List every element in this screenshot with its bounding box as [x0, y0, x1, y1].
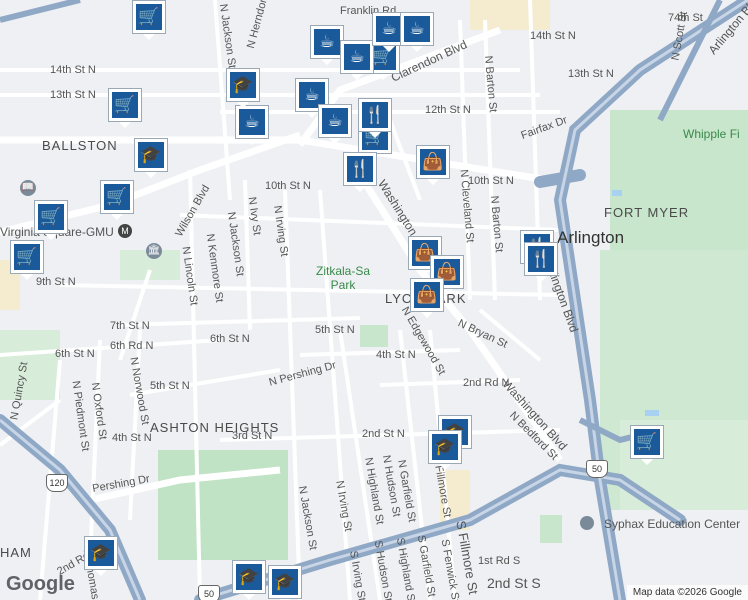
route-shield-50-south: 50 [198, 585, 220, 600]
street-74th-st: 74th St [668, 12, 703, 24]
park-green-3 [360, 325, 388, 347]
area-label-fort-myer: FORT MYER [604, 205, 690, 220]
cart-pin-1[interactable]: 🛒 [108, 88, 142, 128]
street-13th-st-n-west: 13th St N [50, 89, 96, 101]
syphax-marker-icon[interactable] [580, 516, 594, 530]
street-6th-rd-n: 6th Rd N [110, 340, 154, 352]
cart-icon: 🛒 [38, 204, 64, 230]
bag-pin-4[interactable]: 👜 [410, 278, 444, 318]
coffee-pin-5[interactable]: ☕ [318, 104, 352, 144]
area-label-ballston: BALLSTON [42, 138, 118, 153]
metro-icon[interactable]: M [118, 224, 132, 238]
coffee-icon: ☕ [239, 109, 265, 135]
cart-pin-4[interactable]: 🛒 [10, 240, 44, 280]
street-10th-st-n-west: 10th St N [265, 180, 311, 192]
school-pin-1[interactable]: 🎓 [226, 68, 260, 108]
city-label-arlington: Arlington [557, 228, 625, 247]
coffee-icon: ☕ [314, 29, 340, 55]
google-logo: Google [6, 573, 75, 595]
cart-icon: 🛒 [104, 184, 130, 210]
restaurant-icon: 🍴 [347, 156, 373, 182]
water-1 [612, 190, 622, 196]
street-1st-rd-s: 1st Rd S [478, 555, 521, 567]
bag-icon: 👜 [414, 282, 440, 308]
bag-icon: 👜 [420, 149, 446, 175]
school-icon: 🎓 [236, 564, 262, 590]
street-10th-st-n-east: 10th St N [468, 175, 514, 187]
park-green-5 [540, 515, 562, 543]
restaurant-icon: 🍴 [528, 246, 554, 272]
street-14th-st-n-west: 14th St N [50, 64, 96, 76]
restaurant-icon: 🍴 [362, 102, 388, 128]
cart-icon: 🛒 [634, 429, 660, 455]
restaurant-pin-1[interactable]: 🍴 [343, 152, 377, 192]
coffee-pin-1[interactable]: ☕ [235, 105, 269, 145]
park-label-zitkala-sa[interactable]: Zitkala-Sa Park [310, 264, 376, 292]
street-3rd-st-n: 3rd St N [232, 430, 273, 442]
street-13th-st-n-east: 13th St N [568, 68, 614, 80]
water-2 [645, 410, 659, 416]
map-attribution[interactable]: Map data ©2026 Google [626, 585, 748, 600]
school-icon: 🎓 [432, 434, 458, 460]
coffee-pin-2[interactable]: ☕ [310, 25, 344, 65]
street-5th-st-n-east: 5th St N [315, 324, 355, 336]
area-label-ham: HAM [0, 545, 32, 560]
cart-pin-7[interactable]: 🛒 [630, 425, 664, 465]
restaurant-pin-4[interactable]: 🍴 [524, 242, 558, 282]
museum-icon[interactable]: 🏛 [146, 243, 162, 259]
cart-icon: 🛒 [112, 92, 138, 118]
school-icon: 🎓 [272, 569, 298, 595]
street-4th-st-n-west: 4th St N [112, 432, 152, 444]
restaurant-pin-2[interactable]: 🍴 [358, 98, 392, 138]
coffee-icon: ☕ [376, 16, 402, 42]
cart-icon: 🛒 [136, 4, 162, 30]
street-6th-st-n-east: 6th St N [210, 333, 250, 345]
park-large [158, 450, 288, 560]
cart-pin-8[interactable]: 🛒 [132, 0, 166, 40]
school-icon: 🎓 [138, 142, 164, 168]
bag-pin-1[interactable]: 👜 [416, 145, 450, 185]
street-6th-st-n-west: 6th St N [55, 348, 95, 360]
school-pin-6[interactable]: 🎓 [232, 560, 266, 600]
street-5th-st-n-west: 5th St N [150, 380, 190, 392]
route-shield-50-east: 50 [586, 460, 608, 478]
school-icon: 🎓 [88, 540, 114, 566]
zone-commercial-1 [470, 0, 550, 30]
coffee-pin-7[interactable]: ☕ [400, 12, 434, 52]
school-pin-4[interactable]: 🎓 [428, 430, 462, 470]
street-7th-st-n: 7th St N [110, 320, 150, 332]
coffee-icon: ☕ [344, 44, 370, 70]
coffee-pin-3[interactable]: ☕ [340, 40, 374, 80]
street-2nd-st-n: 2nd St N [362, 428, 405, 440]
street-14th-st-n-east: 14th St N [530, 30, 576, 42]
cart-pin-2[interactable]: 🛒 [100, 180, 134, 220]
street-2nd-st-s: 2nd St S [487, 575, 541, 591]
school-pin-2[interactable]: 🎓 [134, 138, 168, 178]
school-pin-5[interactable]: 🎓 [84, 536, 118, 576]
school-icon: 🎓 [230, 72, 256, 98]
park-label-whipple[interactable]: Whipple Fi [683, 127, 740, 141]
route-shield-120: 120 [46, 474, 68, 492]
map-canvas[interactable]: BALLSTON FORT MYER ASHTON HEIGHTS LYON P… [0, 0, 748, 600]
coffee-icon: ☕ [322, 108, 348, 134]
poi-label-syphax[interactable]: Syphax Education Center [604, 517, 740, 531]
cart-pin-3[interactable]: 🛒 [34, 200, 68, 240]
library-icon[interactable]: 📖 [20, 180, 36, 196]
coffee-icon: ☕ [404, 16, 430, 42]
school-pin-7[interactable]: 🎓 [268, 565, 302, 600]
street-12th-st-n: 12th St N [425, 104, 471, 116]
cart-icon: 🛒 [14, 244, 40, 270]
street-4th-st-n-east: 4th St N [376, 349, 416, 361]
